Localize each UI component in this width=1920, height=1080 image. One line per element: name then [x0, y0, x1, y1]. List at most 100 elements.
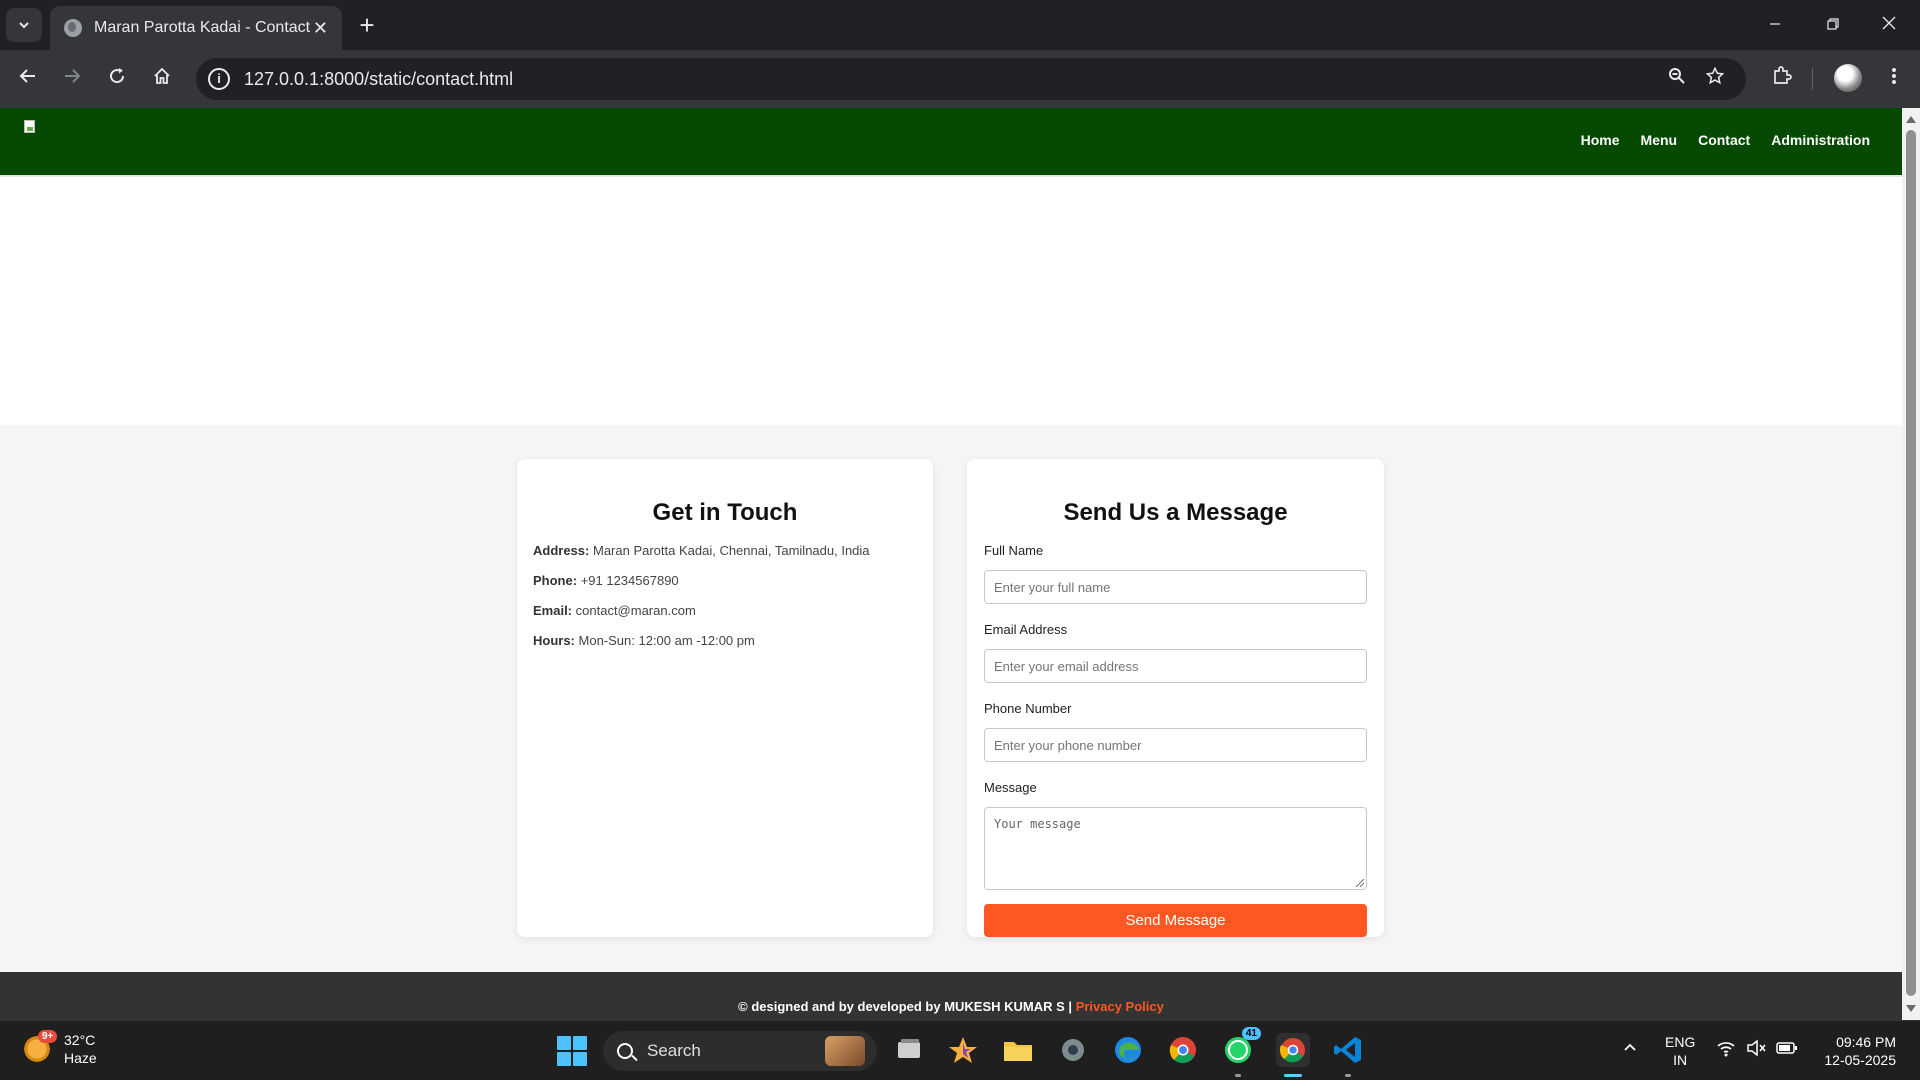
minimize-icon	[1770, 23, 1780, 25]
scroll-up-arrow-icon[interactable]	[1906, 116, 1916, 123]
home-button[interactable]	[146, 63, 178, 95]
minimize-button[interactable]	[1752, 8, 1798, 40]
info-email-value: contact@maran.com	[575, 603, 696, 618]
puzzle-icon	[1774, 66, 1792, 84]
contact-form-heading: Send Us a Message	[1063, 499, 1288, 526]
info-hours: Hours: Mon-Sun: 12:00 am -12:00 pm	[533, 633, 933, 649]
nav-administration[interactable]: Administration	[1771, 132, 1870, 148]
url-text[interactable]: 127.0.0.1:8000/static/contact.html	[244, 69, 513, 90]
reload-button[interactable]	[101, 63, 133, 95]
message-label: Message	[984, 780, 1037, 795]
weather-text: 32°C Haze	[64, 1031, 97, 1067]
language-indicator[interactable]: ENG IN	[1665, 1033, 1695, 1069]
chevron-down-icon	[19, 22, 29, 29]
info-phone: Phone: +91 1234567890	[533, 573, 933, 589]
clock-date: 12-05-2025	[1824, 1052, 1896, 1068]
chrome-profile-icon[interactable]	[1276, 1033, 1310, 1077]
nav-menu[interactable]: Menu	[1641, 132, 1678, 148]
site-footer: © designed and by developed by MUKESH KU…	[0, 972, 1902, 1020]
reload-icon	[110, 68, 125, 84]
info-hours-label: Hours:	[533, 633, 575, 648]
start-windows-icon[interactable]	[557, 1036, 587, 1066]
browser-tab-strip: Maran Parotta Kadai - Contact Us ✕ +	[0, 0, 1920, 50]
task-view-icon[interactable]	[892, 1033, 926, 1067]
tab-title: Maran Parotta Kadai - Contact Us	[94, 19, 312, 36]
info-phone-label: Phone:	[533, 573, 578, 588]
settings-gear-icon[interactable]	[1056, 1033, 1090, 1067]
contact-info-heading: Get in Touch	[652, 499, 798, 526]
phone-label: Phone Number	[984, 701, 1072, 716]
info-hours-value: Mon-Sun: 12:00 am -12:00 pm	[578, 633, 755, 648]
contact-form: Full Name Email Address Phone Number Mes…	[967, 543, 1384, 937]
windows-taskbar: 9+ 32°C Haze Search 41 ENG IN 09:46 PM 1…	[0, 1020, 1920, 1080]
info-address: Address: Maran Parotta Kadai, Chennai, T…	[533, 543, 933, 559]
browser-tab-active[interactable]: Maran Parotta Kadai - Contact Us ✕	[50, 6, 342, 50]
speaker-muted-icon[interactable]	[1746, 1039, 1766, 1062]
search-icon	[617, 1043, 633, 1059]
contact-form-card: Send Us a Message Full Name Email Addres…	[967, 459, 1384, 937]
clock-time: 09:46 PM	[1836, 1034, 1896, 1050]
restore-icon	[1827, 18, 1839, 30]
full-name-label: Full Name	[984, 543, 1044, 558]
info-address-value: Maran Parotta Kadai, Chennai, Tamilnadu,…	[592, 543, 870, 558]
taskbar-search[interactable]: Search	[603, 1031, 877, 1071]
scroll-down-arrow-icon[interactable]	[1906, 1005, 1916, 1012]
site-info-icon[interactable]: i	[208, 68, 230, 90]
window-close-button[interactable]	[1866, 8, 1912, 40]
page-viewport: Home Menu Contact Administration Get in …	[0, 108, 1902, 1020]
globe-icon	[64, 19, 82, 37]
address-bar[interactable]: i 127.0.0.1:8000/static/contact.html	[196, 58, 1746, 100]
new-tab-button[interactable]: +	[352, 10, 382, 40]
info-email: Email: contact@maran.com	[533, 603, 933, 619]
vscode-icon[interactable]	[1331, 1033, 1365, 1077]
profile-avatar[interactable]	[1834, 64, 1862, 92]
weather-desc: Haze	[64, 1050, 97, 1066]
contact-info-list: Address: Maran Parotta Kadai, Chennai, T…	[533, 543, 933, 649]
weather-widget[interactable]: 9+ 32°C Haze	[22, 1030, 97, 1067]
zoom-icon[interactable]	[1662, 64, 1692, 94]
footer-credit: © designed and by developed by MUKESH KU…	[738, 999, 1076, 1014]
browser-menu-button[interactable]	[1878, 63, 1910, 95]
phone-input[interactable]	[984, 728, 1367, 762]
wifi-icon[interactable]	[1716, 1039, 1736, 1062]
privacy-policy-link[interactable]: Privacy Policy	[1076, 999, 1164, 1014]
full-name-input[interactable]	[984, 570, 1367, 604]
weather-temp: 32°C	[64, 1032, 96, 1048]
home-icon	[154, 67, 170, 84]
extensions-button[interactable]	[1766, 63, 1798, 95]
message-textarea[interactable]: Your message	[984, 807, 1367, 890]
system-clock[interactable]: 09:46 PM 12-05-2025	[1814, 1033, 1896, 1069]
tab-close-icon[interactable]: ✕	[313, 18, 328, 39]
nav-home[interactable]: Home	[1581, 132, 1620, 148]
contact-info-card: Get in Touch Address: Maran Parotta Kada…	[517, 459, 933, 937]
tab-search-button[interactable]	[6, 8, 42, 42]
whatsapp-icon[interactable]: 41	[1221, 1027, 1261, 1077]
lang-primary: ENG	[1665, 1034, 1696, 1050]
taskbar-search-label: Search	[647, 1041, 701, 1060]
whatsapp-badge: 41	[1241, 1027, 1261, 1040]
page-scrollbar[interactable]	[1902, 108, 1920, 1020]
arrow-left-icon	[19, 69, 35, 83]
edge-browser-icon[interactable]	[1111, 1033, 1145, 1067]
email-label: Email Address	[984, 622, 1068, 637]
search-highlight-icon	[825, 1036, 865, 1066]
back-button[interactable]	[12, 63, 44, 95]
scrollbar-thumb[interactable]	[1906, 130, 1916, 996]
copilot-star-icon[interactable]	[946, 1033, 980, 1067]
restore-button[interactable]	[1810, 8, 1856, 40]
footer-text: © designed and by developed by MUKESH KU…	[0, 999, 1902, 1014]
bookmark-star-icon[interactable]	[1700, 64, 1730, 94]
email-input[interactable]	[984, 649, 1367, 683]
forward-button[interactable]	[56, 63, 88, 95]
file-explorer-icon[interactable]	[1001, 1033, 1035, 1067]
battery-icon[interactable]	[1776, 1039, 1798, 1062]
lang-region: IN	[1673, 1052, 1688, 1068]
send-message-button[interactable]: Send Message	[984, 904, 1367, 937]
chrome-icon[interactable]	[1166, 1033, 1200, 1067]
toolbar-divider	[1812, 68, 1813, 90]
tray-overflow-chevron-icon[interactable]	[1622, 1039, 1638, 1060]
site-header: Home Menu Contact Administration	[0, 108, 1902, 175]
logo-broken-image-icon[interactable]	[24, 120, 38, 134]
more-vertical-icon	[1892, 68, 1896, 84]
nav-contact[interactable]: Contact	[1698, 132, 1750, 148]
